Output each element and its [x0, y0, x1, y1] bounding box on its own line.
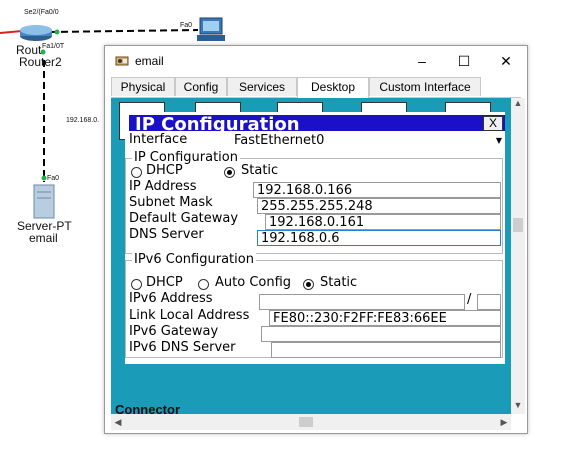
router-interface-label: Fa1/0T [42, 43, 65, 50]
horizontal-scrollbar[interactable]: ◀ ▶ [111, 414, 511, 430]
ipv6-address-label: IPv6 Address [129, 291, 213, 306]
default-gateway-field[interactable]: 192.168.0.161 [265, 214, 501, 230]
packet-tracer-app-icon [115, 56, 129, 66]
dns-server-label: DNS Server [129, 227, 204, 242]
ip-configuration-panel: IP Configuration X Interface FastEtherne… [125, 112, 505, 364]
default-gateway-label: Default Gateway [129, 211, 239, 226]
device-window: email – ☐ ✕ Physical Config Services Des… [104, 45, 528, 434]
interface-select[interactable]: FastEthernet0 ▼ [231, 132, 504, 149]
window-title: email [135, 54, 164, 68]
ipv6-gateway-field[interactable] [261, 326, 501, 342]
desktop-area: Connector IP Configuration X Interface F… [111, 98, 511, 414]
ipv6-dns-server-field[interactable] [271, 342, 501, 358]
window-titlebar[interactable]: email – ☐ ✕ [105, 46, 527, 76]
ipv6-address-field[interactable] [259, 294, 465, 310]
ip-config-close-button[interactable]: X [483, 116, 503, 131]
server-name-label: email [29, 231, 58, 245]
router-pc-link [49, 29, 199, 33]
static-label: Static [241, 163, 279, 178]
desktop-partial-label: Connector [115, 402, 180, 414]
ipv6-prefix-separator: / [467, 292, 472, 307]
link-local-address-field[interactable]: FE80::230:F2FF:FE83:66EE [269, 310, 501, 326]
link-local-address-label: Link Local Address [129, 308, 250, 323]
ipv6-auto-config-radio[interactable] [198, 279, 209, 290]
subnet-mask-label: Subnet Mask [129, 195, 213, 210]
subnet-label: 192.168.0. [66, 117, 100, 124]
scroll-left-icon[interactable]: ◀ [111, 417, 125, 428]
scroll-down-icon[interactable]: ▼ [511, 400, 525, 410]
ipv6-static-label: Static [320, 275, 358, 290]
dhcp-label: DHCP [146, 163, 183, 178]
tab-physical[interactable]: Physical [111, 77, 175, 96]
ipv6-auto-config-label: Auto Config [215, 275, 292, 290]
vertical-scrollbar[interactable]: ▲ ▼ [511, 98, 525, 414]
close-button[interactable]: ✕ [489, 50, 523, 72]
minimize-button[interactable]: – [405, 50, 439, 72]
pc-icon [197, 17, 225, 41]
chevron-down-icon: ▼ [495, 136, 502, 145]
ipv6-gateway-label: IPv6 Gateway [129, 324, 219, 339]
tab-services[interactable]: Services [227, 77, 297, 96]
ip-address-field[interactable]: 192.168.0.166 [253, 182, 501, 198]
ipv6-dhcp-label: DHCP [146, 275, 183, 290]
router-port-label: Se2/(Fa0/0 [24, 9, 59, 16]
red-link [0, 30, 23, 34]
maximize-button[interactable]: ☐ [447, 50, 481, 72]
ipv6-dns-server-label: IPv6 DNS Server [129, 340, 236, 355]
server-port-label: Fa0 [47, 175, 60, 182]
router-name: Router2 [19, 55, 62, 69]
tab-config[interactable]: Config [175, 77, 227, 96]
ip-config-header: IP Configuration X [129, 114, 505, 135]
ipv6-dhcp-radio[interactable] [131, 279, 142, 290]
interface-value: FastEthernet0 [234, 133, 325, 148]
router-icon [20, 25, 52, 41]
ipv6-static-radio[interactable] [303, 279, 314, 290]
vertical-scroll-thumb[interactable] [513, 218, 523, 232]
ipv6-prefix-field[interactable] [477, 294, 501, 310]
tab-desktop[interactable]: Desktop [297, 77, 369, 98]
tab-bar: Physical Config Services Desktop Custom … [111, 77, 521, 98]
scroll-up-icon[interactable]: ▲ [511, 98, 525, 108]
tab-custom-interface[interactable]: Custom Interface [369, 77, 481, 96]
ip-address-label: IP Address [129, 179, 197, 194]
pc-port-label: Fa0 [180, 22, 193, 29]
scroll-right-icon[interactable]: ▶ [497, 417, 511, 428]
dhcp-radio[interactable] [131, 167, 142, 178]
interface-label: Interface [129, 132, 188, 147]
link-dot-green [41, 175, 47, 181]
server-icon [33, 184, 55, 219]
static-radio[interactable] [224, 167, 235, 178]
dns-server-field[interactable]: 192.168.0.6 [257, 230, 501, 246]
link-dot-green [54, 29, 60, 35]
horizontal-scroll-thumb[interactable] [299, 417, 313, 427]
ipv6-group-title: IPv6 Configuration [132, 252, 256, 267]
subnet-mask-field[interactable]: 255.255.255.248 [257, 198, 501, 214]
